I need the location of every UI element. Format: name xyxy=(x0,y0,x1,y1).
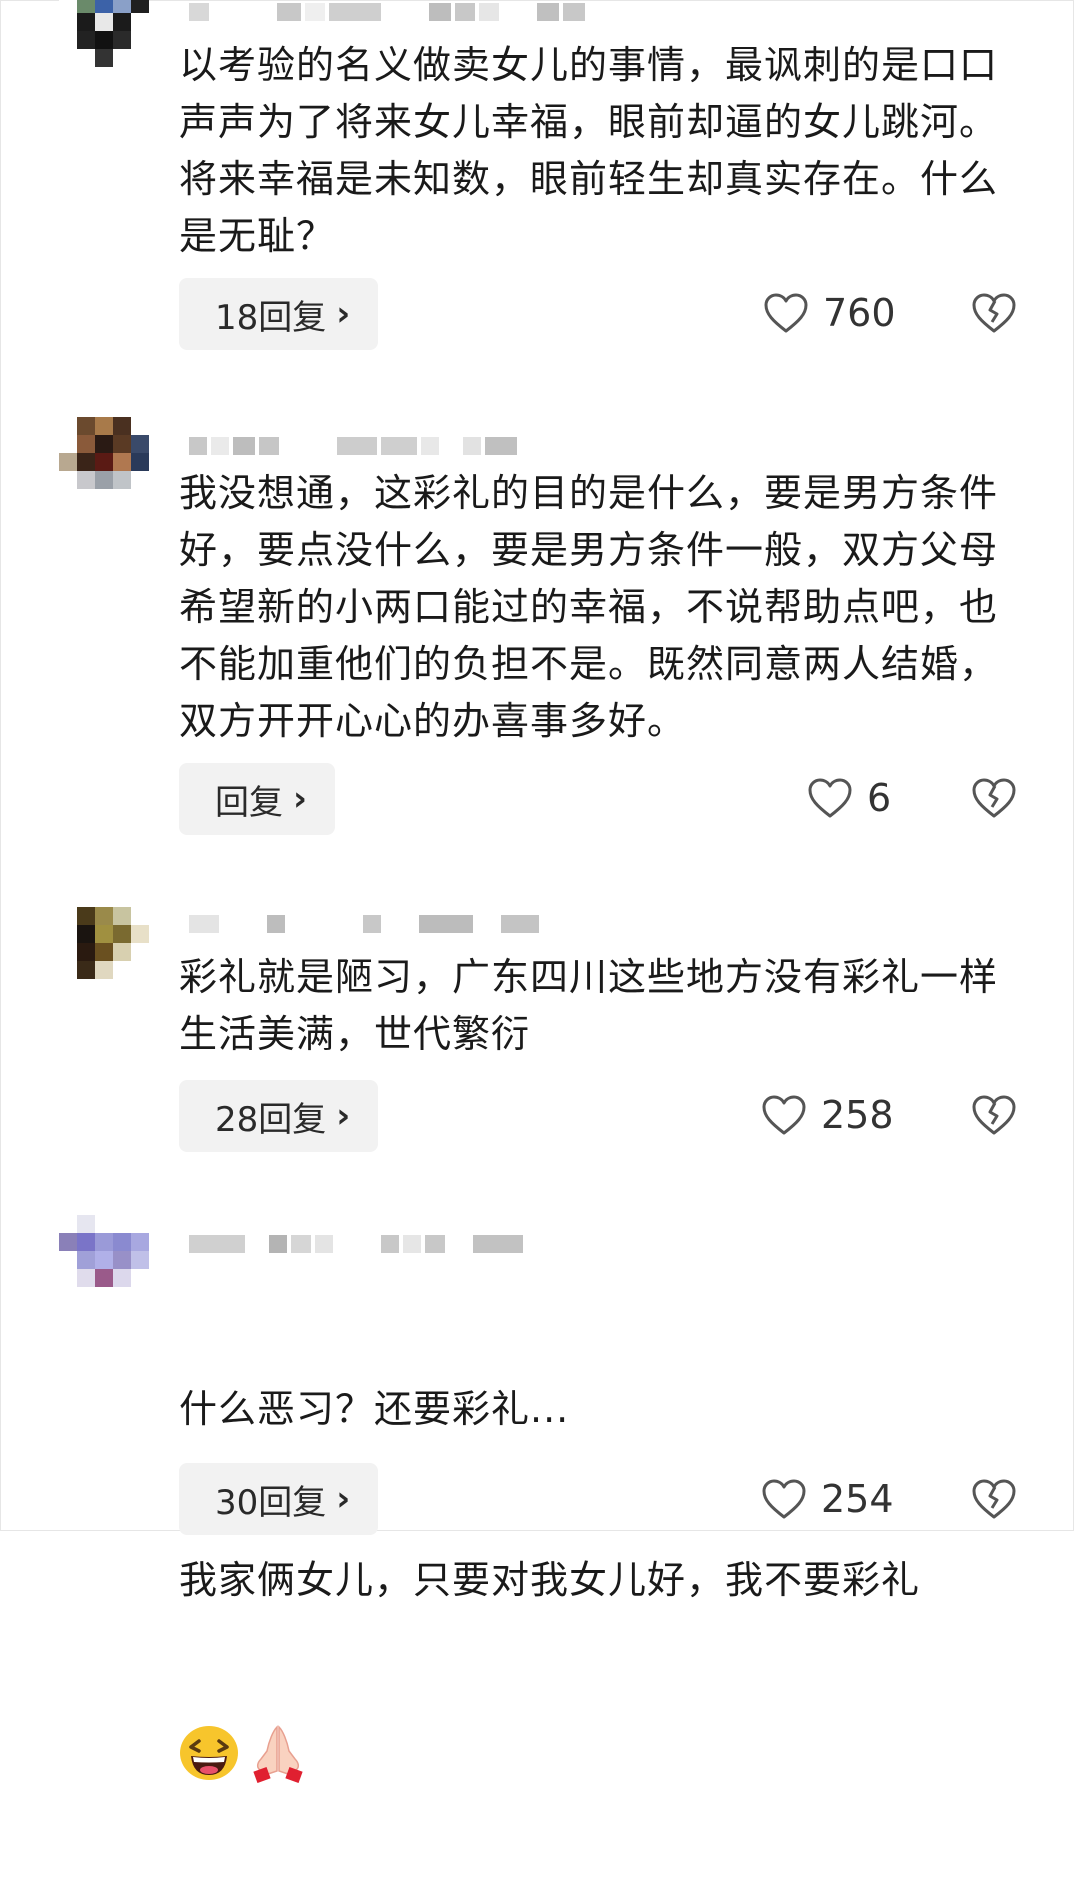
comment-text: 什么恶习？还要彩礼... 我家俩女儿，只要对我女儿好，我不要彩礼 xyxy=(179,1267,1029,1897)
reply-label: 30回复 xyxy=(215,1482,327,1523)
like-count: 760 xyxy=(823,291,896,335)
chevron-right-icon: › xyxy=(336,1479,351,1519)
reply-label: 回复 xyxy=(215,782,283,823)
comment-text: 彩礼就是陋习，广东四川这些地方没有彩礼一样生活美满，世代繁衍 xyxy=(179,955,999,1056)
broken-heart-icon[interactable] xyxy=(971,1093,1017,1137)
reply-button[interactable]: 28回复 › xyxy=(179,1080,379,1152)
broken-heart-icon[interactable] xyxy=(971,291,1017,335)
comment-text: 以考验的名义做卖女儿的事情，最讽刺的是口口声声为了将来女儿幸福，眼前却逼的女儿跳… xyxy=(179,43,999,258)
chevron-right-icon: › xyxy=(336,1096,351,1136)
broken-heart-icon[interactable] xyxy=(971,1477,1017,1521)
heart-outline-icon xyxy=(762,1479,806,1519)
like-button[interactable]: 258 xyxy=(761,1093,894,1137)
comment-list: 以考验的名义做卖女儿的事情，最讽刺的是口口声声为了将来女儿幸福，眼前却逼的女儿跳… xyxy=(0,0,1074,1783)
username-blurred[interactable] xyxy=(189,1233,523,1255)
username-blurred[interactable] xyxy=(189,1,585,23)
reply-button[interactable]: 回复 › xyxy=(179,763,336,835)
broken-heart-icon[interactable] xyxy=(971,776,1017,820)
username-blurred[interactable] xyxy=(189,913,539,935)
avatar[interactable] xyxy=(59,417,151,497)
avatar[interactable] xyxy=(59,907,151,987)
chevron-right-icon: › xyxy=(336,294,351,334)
like-button[interactable]: 254 xyxy=(761,1477,894,1521)
chevron-right-icon: › xyxy=(293,779,308,819)
reply-button[interactable]: 30回复 › xyxy=(179,1463,379,1535)
username-blurred[interactable] xyxy=(189,435,517,457)
reply-label: 28回复 xyxy=(215,1099,327,1140)
like-count: 258 xyxy=(821,1093,894,1137)
avatar[interactable] xyxy=(59,0,151,75)
heart-outline-icon xyxy=(808,778,852,818)
heart-outline-icon xyxy=(764,293,808,333)
comment-text-line: 什么恶习？还要彩礼... xyxy=(179,1387,570,1431)
heart-outline-icon xyxy=(762,1095,806,1135)
praying-hands-emoji xyxy=(253,1725,303,1783)
comment-text-line: 我家俩女儿，只要对我女儿好，我不要彩礼 xyxy=(179,1558,921,1602)
like-count: 6 xyxy=(867,776,892,820)
reply-label: 18回复 xyxy=(215,297,327,338)
like-button[interactable]: 760 xyxy=(763,291,896,335)
avatar[interactable] xyxy=(59,1215,151,1295)
like-button[interactable]: 6 xyxy=(807,776,891,820)
like-count: 254 xyxy=(821,1477,894,1521)
reply-button[interactable]: 18回复 › xyxy=(179,278,379,350)
comment-text: 我没想通，这彩礼的目的是什么，要是男方条件好，要点没什么，要是男方条件一般，双方… xyxy=(179,471,999,743)
laughing-face-emoji xyxy=(180,1726,238,1780)
